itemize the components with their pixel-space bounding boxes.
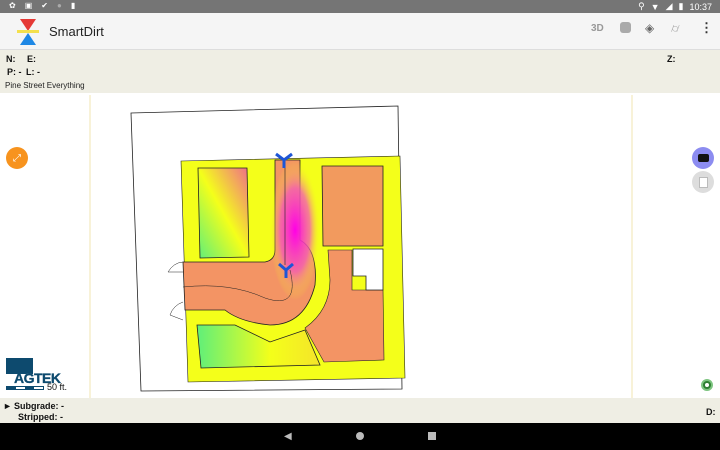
elevation-label: Z: [667, 54, 676, 64]
project-name: Pine Street Everything [5, 81, 85, 90]
nav-bar: ◀ [0, 423, 720, 450]
roll-plans-icon[interactable]: ⌭ [671, 21, 680, 36]
wifi-icon: ▼ [650, 1, 660, 12]
more-vert-icon[interactable]: ⋮ [700, 20, 713, 36]
camera-icon [697, 154, 709, 162]
app-title: SmartDirt [49, 24, 104, 39]
subgrade-label: Subgrade: - [14, 401, 65, 411]
back-button[interactable]: ◀ [284, 431, 292, 442]
gps-locate-button[interactable] [701, 379, 713, 391]
zoom-extents-button[interactable]: ⤢ [6, 147, 28, 169]
circle-icon: ● [56, 1, 62, 10]
expand-arrow-icon[interactable]: ► [3, 401, 12, 411]
document-icon [698, 176, 708, 188]
3d-icon[interactable]: 3D [591, 23, 604, 34]
notes-button[interactable] [692, 171, 714, 193]
app-bar: SmartDirt 3D ◈ ⌭ ⋮ [0, 13, 720, 50]
smartdirt-logo [17, 19, 39, 45]
location-icon: ⚲ [638, 1, 645, 11]
camera-view-icon[interactable] [620, 22, 631, 33]
agtek-logo: AGTEK [6, 358, 62, 386]
map-view[interactable]: ⤢ AGTEK 50 ft. [0, 93, 720, 398]
bottom-panel: ► Subgrade: - Stripped: - D: [0, 398, 720, 423]
status-bar: ✿ ▣ ✔ ● ▮ ⚲ ▼ ◢ ▮ 10:37 [0, 0, 720, 13]
scale-bar [6, 386, 44, 390]
battery-icon: ▮ [678, 1, 684, 11]
signal-icon: ◢ [665, 1, 673, 11]
site-plan [89, 95, 633, 398]
camera-button[interactable] [692, 147, 714, 169]
distance-label: D: [706, 407, 716, 417]
high-cut-zone [270, 160, 320, 300]
clock: 10:37 [689, 1, 712, 12]
sd-card-icon: ▮ [70, 1, 76, 10]
coordinate-panel: N: E: Z: P: - L: - [0, 50, 720, 93]
check-icon: ✔ [41, 1, 48, 10]
easting-label: E: [27, 54, 36, 64]
scale-label: 50 ft. [47, 382, 68, 392]
recents-button[interactable] [428, 432, 436, 440]
crosshair-icon [705, 383, 709, 387]
stripped-label: Stripped: - [18, 412, 63, 422]
settings-icon: ✿ [9, 1, 16, 10]
line-label: L: - [26, 67, 40, 77]
layers-icon[interactable]: ◈ [645, 21, 654, 35]
point-label: P: - [7, 67, 22, 77]
northing-label: N: [6, 54, 16, 64]
home-button[interactable] [356, 432, 364, 440]
expand-icon: ⤢ [13, 152, 21, 164]
notification-icon: ▣ [24, 1, 33, 10]
